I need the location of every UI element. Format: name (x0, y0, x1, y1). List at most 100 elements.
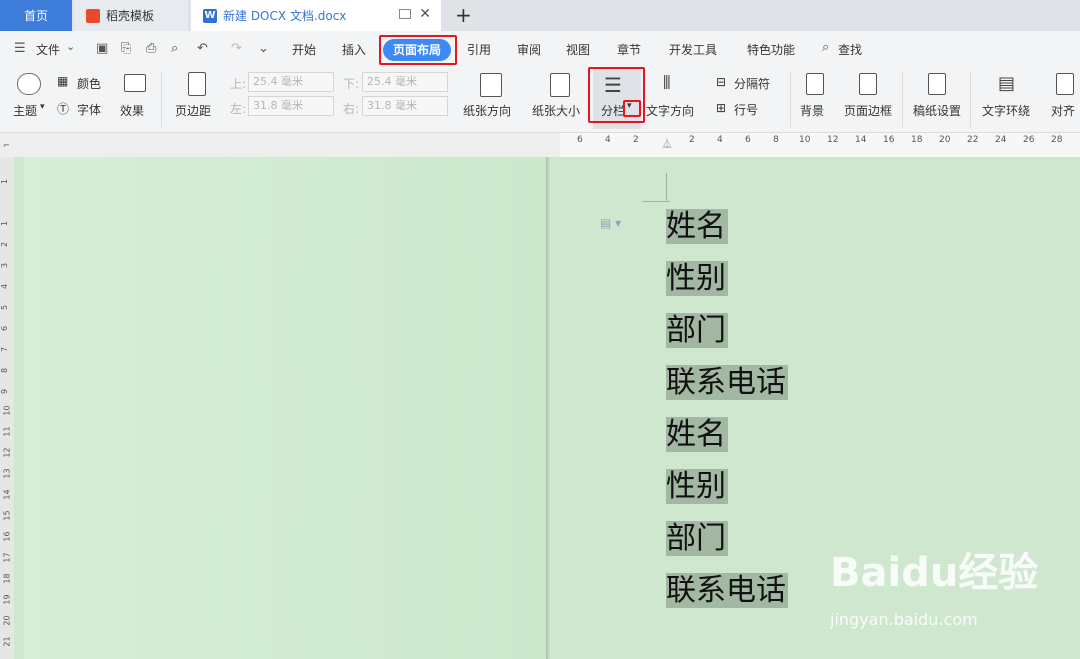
indent-marker-icon[interactable]: ⏅ (662, 135, 672, 150)
background-icon[interactable] (806, 73, 824, 95)
ribbon-separator (902, 71, 903, 127)
redo-icon[interactable]: ↷ (231, 41, 242, 56)
tab-home[interactable]: 首页 (0, 0, 72, 31)
save-icon[interactable]: ▣ (96, 41, 108, 56)
text-direction-button[interactable]: 文字方向 (646, 102, 694, 119)
menu-features[interactable]: 特色功能 (747, 41, 795, 58)
manuscript-button[interactable]: 稿纸设置 (913, 102, 961, 119)
page-border-button[interactable]: 页面边框 (844, 102, 892, 119)
menu-review[interactable]: 审阅 (517, 41, 541, 58)
selected-text[interactable]: 姓名 (666, 417, 728, 452)
selected-text[interactable]: 联系电话 (666, 573, 788, 608)
previous-page (24, 157, 546, 659)
hamburger-icon[interactable]: ☰ (14, 41, 26, 56)
manuscript-icon[interactable] (928, 73, 946, 95)
line-numbers-button[interactable]: 行号 (734, 101, 758, 118)
ruler-tick: 12 (2, 447, 12, 458)
text-line[interactable]: 性别 (666, 461, 788, 513)
menu-find[interactable]: 查找 (838, 41, 862, 58)
chevron-down-icon[interactable]: ⌄ (66, 40, 75, 53)
selected-text[interactable]: 部门 (666, 521, 728, 556)
new-tab-button[interactable]: + (455, 3, 472, 27)
margins-button[interactable]: 页边距 (175, 102, 211, 119)
selected-text[interactable]: 性别 (666, 469, 728, 504)
print-icon[interactable]: ⎙ (146, 41, 156, 56)
color-button[interactable]: 颜色 (77, 75, 101, 92)
right-margin-input[interactable]: 31.8 毫米 (362, 96, 448, 116)
close-tab-icon[interactable]: ✕ (419, 6, 431, 22)
effects-button[interactable]: 效果 (120, 102, 144, 119)
ruler-tick: 11 (2, 426, 12, 437)
undo-icon[interactable]: ↶ (197, 41, 208, 56)
line-numbers-icon[interactable]: ⊞ (716, 101, 726, 115)
text-line[interactable]: 部门 (666, 305, 788, 357)
wrap-text-button[interactable]: 文字环绕 (982, 102, 1030, 119)
paper-size-button[interactable]: 纸张大小 (532, 102, 580, 119)
effects-icon[interactable] (124, 74, 146, 92)
text-direction-icon[interactable]: ⫴ (663, 73, 671, 94)
ribbon-separator (161, 71, 162, 127)
selected-text[interactable]: 性别 (666, 261, 728, 296)
palette-icon[interactable] (17, 73, 41, 95)
theme-button[interactable]: 主题 (13, 102, 37, 119)
text-line[interactable]: 部门 (666, 513, 788, 565)
orientation-icon[interactable] (480, 73, 502, 97)
left-margin-input[interactable]: 31.8 毫米 (248, 96, 334, 116)
align-button[interactable]: 对齐 (1051, 102, 1075, 119)
tab-daoke-label: 稻壳模板 (106, 9, 155, 23)
ruler-tick: 7 (0, 346, 10, 353)
color-grid-icon[interactable]: ▦ (57, 74, 68, 88)
selected-text[interactable]: 部门 (666, 313, 728, 348)
breaks-icon[interactable]: ⊟ (716, 75, 726, 89)
text-line[interactable]: 联系电话 (666, 565, 788, 617)
daoke-icon (86, 8, 100, 23)
customize-icon[interactable]: ⌄ (258, 41, 269, 56)
ruler-tick: 20 (2, 615, 12, 626)
selected-text[interactable]: 联系电话 (666, 365, 788, 400)
font-button[interactable]: 字体 (77, 101, 101, 118)
ruler-corner-icon: ⌐ (3, 141, 10, 150)
ruler-tick: 8 (0, 367, 10, 374)
print-preview-icon[interactable]: ⌕ (171, 41, 178, 56)
ruler-tick: 15 (2, 510, 12, 521)
page-border-icon[interactable] (859, 73, 877, 95)
text-line[interactable]: 性别 (666, 253, 788, 305)
menu-bar: ☰ 文件 ⌄ ▣ ⎘ ⎙ ⌕ ↶ ↷ ⌄ 开始 插入 页面布局 引用 审阅 视图… (0, 31, 1080, 67)
window-icon[interactable] (399, 9, 411, 19)
bottom-margin-input[interactable]: 25.4 毫米 (362, 72, 448, 92)
menu-references[interactable]: 引用 (467, 41, 491, 58)
text-line[interactable]: 联系电话 (666, 357, 788, 409)
tab-daoke-templates[interactable]: 稻壳模板 (74, 0, 188, 31)
vertical-ruler[interactable]: 1 1 2 3 4 5 6 7 8 9 10 11 12 13 14 15 16… (0, 157, 14, 659)
orientation-button[interactable]: 纸张方向 (463, 102, 511, 119)
align-icon[interactable] (1056, 73, 1074, 95)
theme-dropdown-icon[interactable]: ▾ (40, 102, 45, 112)
paper-size-icon[interactable] (550, 73, 570, 97)
text-line[interactable]: 姓名 (666, 409, 788, 461)
export-icon[interactable]: ⎘ (121, 41, 131, 56)
top-margin-input[interactable]: 25.4 毫米 (248, 72, 334, 92)
margins-icon[interactable] (188, 72, 206, 96)
columns-dropdown-icon[interactable]: ▾ (627, 101, 632, 111)
ruler-tick: 19 (2, 594, 12, 605)
selected-text[interactable]: 姓名 (666, 209, 728, 244)
menu-start[interactable]: 开始 (292, 41, 316, 58)
menu-chapter[interactable]: 章节 (617, 41, 641, 58)
menu-file[interactable]: 文件 (36, 41, 60, 58)
horizontal-ruler[interactable]: ⌐ 6 4 2 ⏅ 2 4 6 8 10 12 14 16 18 20 22 2… (0, 133, 1080, 157)
menu-insert[interactable]: 插入 (342, 41, 366, 58)
text-line[interactable]: 姓名 (666, 201, 788, 253)
document-text[interactable]: 姓名 性别 部门 联系电话 姓名 性别 部门 联系电话 (666, 201, 788, 617)
ruler-tick: 8 (773, 135, 779, 145)
ribbon-separator (790, 71, 791, 127)
search-icon[interactable]: ⌕ (822, 40, 829, 55)
menu-view[interactable]: 视图 (566, 41, 590, 58)
paragraph-layout-icon[interactable]: ▤ ▾ (600, 216, 621, 230)
wrap-text-icon[interactable]: ▤ (998, 73, 1015, 94)
tab-document[interactable]: W 新建 DOCX 文档.docx ✕ (191, 0, 441, 31)
breaks-button[interactable]: 分隔符 (734, 75, 770, 92)
left-margin-label: 左: (230, 102, 247, 116)
menu-developer[interactable]: 开发工具 (669, 41, 717, 58)
background-button[interactable]: 背景 (800, 102, 824, 119)
font-circle-icon[interactable]: Ⓣ (57, 100, 69, 117)
